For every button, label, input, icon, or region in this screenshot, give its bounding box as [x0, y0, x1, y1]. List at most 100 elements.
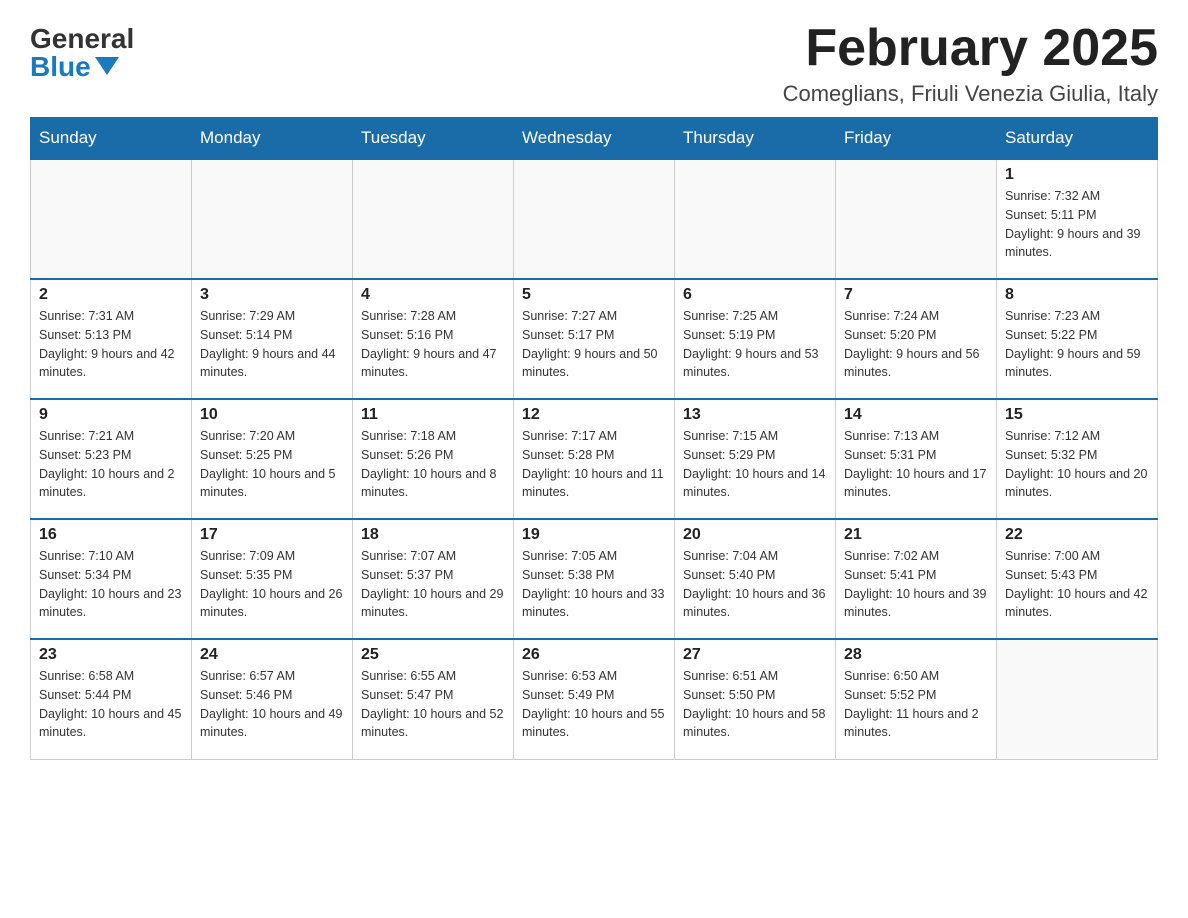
day-info: Sunrise: 6:50 AMSunset: 5:52 PMDaylight:… [844, 667, 988, 742]
day-number: 18 [361, 526, 505, 544]
calendar-week-row: 1 Sunrise: 7:32 AMSunset: 5:11 PMDaylight… [31, 159, 1158, 279]
calendar-cell: 12Sunrise: 7:17 AMSunset: 5:28 PMDayligh… [514, 399, 675, 519]
logo-general-text: General [30, 25, 134, 53]
calendar-cell: 23 Sunrise: 6:58 AMSunset: 5:44 PMDayligh… [31, 639, 192, 759]
day-number: 28 [844, 646, 988, 664]
calendar-week-row: 16 Sunrise: 7:10 AMSunset: 5:34 PMDayligh… [31, 519, 1158, 639]
calendar-cell: 9 Sunrise: 7:21 AMSunset: 5:23 PMDaylight… [31, 399, 192, 519]
calendar-cell [675, 159, 836, 279]
calendar-cell [353, 159, 514, 279]
weekday-header-wednesday: Wednesday [514, 118, 675, 160]
calendar-cell: 14 Sunrise: 7:13 AMSunset: 5:31 PMDayligh… [836, 399, 997, 519]
day-info: Sunrise: 7:28 AMSunset: 5:16 PMDaylight:… [361, 307, 505, 382]
calendar-cell: 15 Sunrise: 7:12 AMSunset: 5:32 PMDayligh… [997, 399, 1158, 519]
day-info: Sunrise: 7:07 AMSunset: 5:37 PMDaylight:… [361, 547, 505, 622]
day-number: 12 [522, 406, 666, 424]
day-info: Sunrise: 7:24 AMSunset: 5:20 PMDaylight:… [844, 307, 988, 382]
calendar-cell: 5 Sunrise: 7:27 AMSunset: 5:17 PMDaylight… [514, 279, 675, 399]
calendar-cell: 13 Sunrise: 7:15 AMSunset: 5:29 PMDayligh… [675, 399, 836, 519]
day-number: 7 [844, 286, 988, 304]
calendar-cell: 16 Sunrise: 7:10 AMSunset: 5:34 PMDayligh… [31, 519, 192, 639]
day-info: Sunrise: 6:58 AMSunset: 5:44 PMDaylight:… [39, 667, 183, 742]
calendar-cell: 18 Sunrise: 7:07 AMSunset: 5:37 PMDayligh… [353, 519, 514, 639]
calendar-cell [514, 159, 675, 279]
calendar-week-row: 23 Sunrise: 6:58 AMSunset: 5:44 PMDayligh… [31, 639, 1158, 759]
day-number: 17 [200, 526, 344, 544]
month-title: February 2025 [783, 20, 1158, 77]
calendar-cell: 19Sunrise: 7:05 AMSunset: 5:38 PMDayligh… [514, 519, 675, 639]
day-number: 6 [683, 286, 827, 304]
day-number: 1 [1005, 166, 1149, 184]
weekday-header-row: SundayMondayTuesdayWednesdayThursdayFrid… [31, 118, 1158, 160]
calendar-week-row: 2 Sunrise: 7:31 AMSunset: 5:13 PMDaylight… [31, 279, 1158, 399]
calendar-cell: 22 Sunrise: 7:00 AMSunset: 5:43 PMDayligh… [997, 519, 1158, 639]
calendar-table: SundayMondayTuesdayWednesdayThursdayFrid… [30, 117, 1158, 760]
day-number: 22 [1005, 526, 1149, 544]
weekday-header-tuesday: Tuesday [353, 118, 514, 160]
day-number: 16 [39, 526, 183, 544]
calendar-cell: 6 Sunrise: 7:25 AMSunset: 5:19 PMDaylight… [675, 279, 836, 399]
day-number: 25 [361, 646, 505, 664]
day-number: 14 [844, 406, 988, 424]
day-number: 8 [1005, 286, 1149, 304]
weekday-header-friday: Friday [836, 118, 997, 160]
day-number: 23 [39, 646, 183, 664]
day-info: Sunrise: 7:13 AMSunset: 5:31 PMDaylight:… [844, 427, 988, 502]
day-number: 15 [1005, 406, 1149, 424]
day-number: 10 [200, 406, 344, 424]
day-info: Sunrise: 7:05 AMSunset: 5:38 PMDaylight:… [522, 547, 666, 622]
day-number: 2 [39, 286, 183, 304]
day-info: Sunrise: 7:12 AMSunset: 5:32 PMDaylight:… [1005, 427, 1149, 502]
calendar-cell: 20Sunrise: 7:04 AMSunset: 5:40 PMDayligh… [675, 519, 836, 639]
weekday-header-saturday: Saturday [997, 118, 1158, 160]
day-info: Sunrise: 7:25 AMSunset: 5:19 PMDaylight:… [683, 307, 827, 382]
day-number: 5 [522, 286, 666, 304]
weekday-header-monday: Monday [192, 118, 353, 160]
calendar-cell: 4 Sunrise: 7:28 AMSunset: 5:16 PMDaylight… [353, 279, 514, 399]
day-info: Sunrise: 7:20 AMSunset: 5:25 PMDaylight:… [200, 427, 344, 502]
day-number: 27 [683, 646, 827, 664]
calendar-cell: 24 Sunrise: 6:57 AMSunset: 5:46 PMDayligh… [192, 639, 353, 759]
location-subtitle: Comeglians, Friuli Venezia Giulia, Italy [783, 81, 1158, 107]
day-number: 4 [361, 286, 505, 304]
calendar-cell: 28 Sunrise: 6:50 AMSunset: 5:52 PMDayligh… [836, 639, 997, 759]
day-info: Sunrise: 7:15 AMSunset: 5:29 PMDaylight:… [683, 427, 827, 502]
day-info: Sunrise: 7:21 AMSunset: 5:23 PMDaylight:… [39, 427, 183, 502]
day-number: 20 [683, 526, 827, 544]
calendar-cell [836, 159, 997, 279]
calendar-cell: 10 Sunrise: 7:20 AMSunset: 5:25 PMDayligh… [192, 399, 353, 519]
day-info: Sunrise: 6:57 AMSunset: 5:46 PMDaylight:… [200, 667, 344, 742]
day-info: Sunrise: 7:27 AMSunset: 5:17 PMDaylight:… [522, 307, 666, 382]
day-info: Sunrise: 6:51 AMSunset: 5:50 PMDaylight:… [683, 667, 827, 742]
day-info: Sunrise: 6:55 AMSunset: 5:47 PMDaylight:… [361, 667, 505, 742]
calendar-cell [192, 159, 353, 279]
calendar-cell: 26Sunrise: 6:53 AMSunset: 5:49 PMDayligh… [514, 639, 675, 759]
weekday-header-sunday: Sunday [31, 118, 192, 160]
day-number: 26 [522, 646, 666, 664]
day-number: 9 [39, 406, 183, 424]
calendar-cell: 11 Sunrise: 7:18 AMSunset: 5:26 PMDayligh… [353, 399, 514, 519]
day-info: Sunrise: 7:23 AMSunset: 5:22 PMDaylight:… [1005, 307, 1149, 382]
logo-triangle-icon [95, 57, 119, 75]
weekday-header-thursday: Thursday [675, 118, 836, 160]
calendar-cell: 1 Sunrise: 7:32 AMSunset: 5:11 PMDaylight… [997, 159, 1158, 279]
title-section: February 2025 Comeglians, Friuli Venezia… [783, 20, 1158, 107]
logo-blue-text: Blue [30, 53, 119, 81]
calendar-cell: 3Sunrise: 7:29 AMSunset: 5:14 PMDaylight… [192, 279, 353, 399]
day-info: Sunrise: 7:10 AMSunset: 5:34 PMDaylight:… [39, 547, 183, 622]
day-info: Sunrise: 7:09 AMSunset: 5:35 PMDaylight:… [200, 547, 344, 622]
calendar-cell: 17 Sunrise: 7:09 AMSunset: 5:35 PMDayligh… [192, 519, 353, 639]
day-number: 3 [200, 286, 344, 304]
day-number: 24 [200, 646, 344, 664]
day-info: Sunrise: 7:32 AMSunset: 5:11 PMDaylight:… [1005, 187, 1149, 262]
day-number: 11 [361, 406, 505, 424]
calendar-cell [997, 639, 1158, 759]
day-number: 13 [683, 406, 827, 424]
calendar-week-row: 9 Sunrise: 7:21 AMSunset: 5:23 PMDaylight… [31, 399, 1158, 519]
calendar-cell [31, 159, 192, 279]
day-info: Sunrise: 7:31 AMSunset: 5:13 PMDaylight:… [39, 307, 183, 382]
day-info: Sunrise: 7:18 AMSunset: 5:26 PMDaylight:… [361, 427, 505, 502]
page-header: General Blue February 2025 Comeglians, F… [30, 20, 1158, 107]
day-info: Sunrise: 7:00 AMSunset: 5:43 PMDaylight:… [1005, 547, 1149, 622]
calendar-cell: 8 Sunrise: 7:23 AMSunset: 5:22 PMDaylight… [997, 279, 1158, 399]
